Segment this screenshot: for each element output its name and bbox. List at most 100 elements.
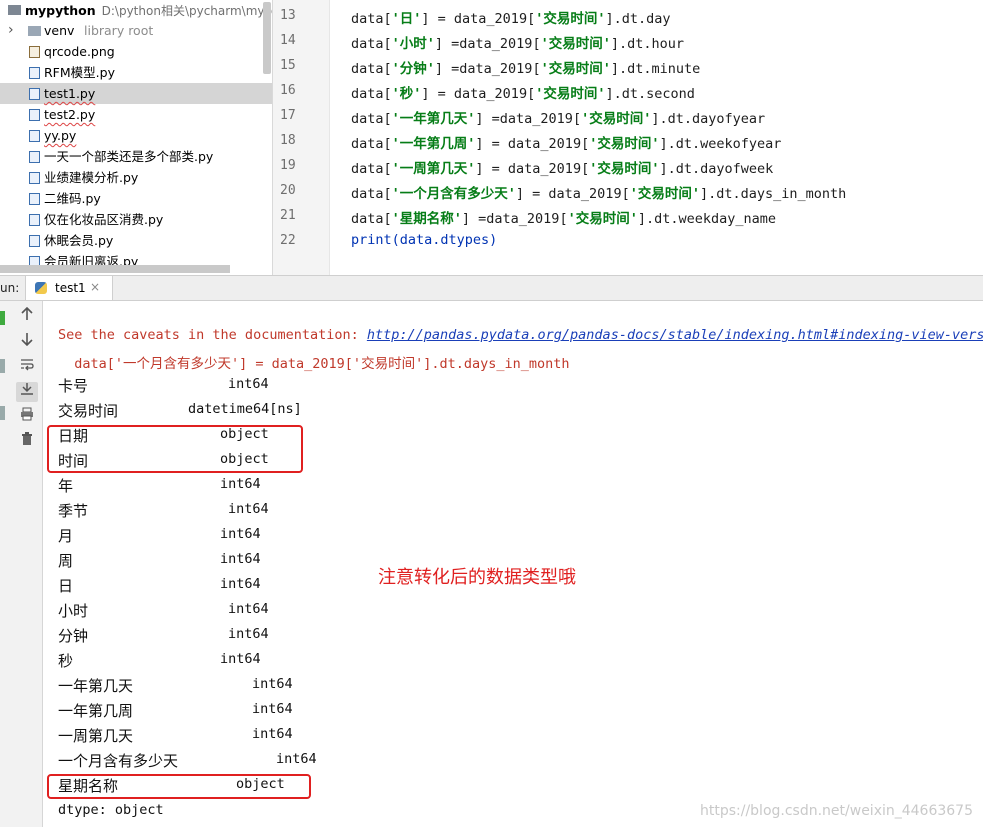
project-tree-panel: mypython D:\python相关\pycharm\mypyth › venv… [0,0,273,275]
tree-item-hint: library root [84,23,154,38]
python-file-icon [29,214,40,226]
tree-item-label: test2.py [44,107,96,122]
code-token: data[ [351,186,392,202]
code-line: data['秒'] = data_2019['交易时间'].dt.second [351,82,695,102]
dtype-value: int64 [228,501,269,517]
python-file-icon [29,88,40,100]
dtype-column-name: 年 [58,477,74,495]
code-editor[interactable]: 13 14 15 16 17 18 19 20 21 22 data['日'] = data_20… [273,0,983,275]
string-literal: '交易时间' [535,86,606,102]
code-line: data['一周第几天'] = data_2019['交易时间'].dt.day… [351,157,773,177]
code-line: data['一年第几天'] =data_2019['交易时间'].dt.dayo… [351,107,765,127]
tree-item[interactable]: RFM模型.py [0,62,272,83]
tree-item-label: 二维码.py [44,191,101,206]
image-file-icon [29,46,40,58]
run-toolbar [0,301,43,827]
warning-code-line: data['一个月含有多少天'] = data_2019['交易时间'].dt.… [58,356,570,372]
tree-item-label: RFM模型.py [44,65,115,80]
project-root-path: D:\python相关\pycharm\mypyth [101,4,273,18]
tree-item[interactable]: 仅在化妆品区消费.py [0,209,272,230]
documentation-link[interactable]: http://pandas.pydata.org/pandas-docs/sta… [367,327,983,343]
dtype-footer: dtype: object [58,802,164,818]
run-tab-label: test1 [55,281,86,295]
highlight-box-weekday-name [47,774,311,799]
print-icon[interactable] [16,407,38,427]
trash-icon[interactable] [16,432,38,452]
dtype-column-name: 交易时间 [58,402,119,420]
string-literal: '日' [391,11,422,27]
code-token: ].dt.second [605,86,695,102]
string-literal: '交易时间' [589,161,660,177]
project-folder-icon [8,5,21,15]
tree-item[interactable]: 业绩建模分析.py [0,167,272,188]
dtype-column-name: 一年第几天 [58,677,134,695]
run-console[interactable]: See the caveats in the documentation: ht… [43,301,983,827]
tree-item-label: venv [44,23,75,38]
scroll-to-end-icon[interactable] [16,382,38,402]
tree-item[interactable]: yy.py [0,125,272,146]
tree-item[interactable]: qrcode.png [0,41,272,62]
dtype-value: int64 [220,526,261,542]
rerun-strip[interactable] [0,311,5,325]
code-token: data[ [351,11,392,27]
close-icon[interactable]: × [90,280,100,294]
dtype-value: datetime64[ns] [188,401,302,417]
dtype-column-name: 月 [58,527,74,545]
stop-strip[interactable] [0,359,5,373]
string-literal: '一周第几天' [391,161,476,177]
code-token: ].dt.weekofyear [659,136,782,152]
project-root-name: mypython [25,3,96,18]
code-token: ] = data_2019[ [475,136,590,152]
dtype-column-name: 一周第几天 [58,727,134,745]
tree-item[interactable]: test1.py [0,83,272,104]
string-literal: '交易时间' [535,11,606,27]
tree-item[interactable]: test2.py [0,104,272,125]
expand-arrow-icon[interactable]: › [8,20,14,41]
warning-prefix: See the caveats in the documentation: [58,327,367,343]
folder-icon [28,26,41,36]
code-token: ] =data_2019[ [434,36,541,52]
run-tool-window-header: un: test1 × [0,275,983,301]
scroll-up-icon[interactable] [16,306,38,327]
line-number: 20 [280,183,296,198]
code-token: ].dt.hour [610,36,684,52]
tree-horizontal-scrollbar[interactable] [0,265,230,273]
scroll-down-icon[interactable] [16,332,38,352]
code-token: ] = data_2019[ [421,86,536,102]
string-literal: '交易时间' [581,111,652,127]
code-token: data[ [351,161,392,177]
string-literal: '一年第几天' [391,111,476,127]
dtype-column-name: 一年第几周 [58,702,134,720]
line-number: 14 [280,33,296,48]
tree-item[interactable]: 休眠会员.py [0,230,272,251]
code-token: ].dt.dayofyear [651,111,766,127]
code-token: ].dt.days_in_month [699,186,847,202]
tree-item-label: 仅在化妆品区消费.py [44,212,164,227]
dtype-column-name: 秒 [58,652,74,670]
line-number: 17 [280,108,296,123]
run-label: un: [0,281,20,295]
tree-item[interactable]: › venv library root [0,20,272,41]
tree-vertical-scrollbar[interactable] [263,2,271,74]
run-tab-test1[interactable]: test1 × [25,276,113,300]
python-file-icon [29,130,40,142]
line-number: 16 [280,83,296,98]
dtype-value: int64 [276,751,317,767]
line-number: 18 [280,133,296,148]
tree-item[interactable]: 二维码.py [0,188,272,209]
dtype-column-name: 卡号 [58,377,89,395]
code-token: ] = data_2019[ [421,11,536,27]
tree-item-label: 一天一个部类还是多个部类.py [44,149,214,164]
soft-wrap-icon[interactable] [16,357,38,377]
string-literal: '交易时间' [589,136,660,152]
line-number: 19 [280,158,296,173]
tree-item[interactable]: 一天一个部类还是多个部类.py [0,146,272,167]
strip-3[interactable] [0,406,5,420]
dtype-value: int64 [228,626,269,642]
code-token: data[ [351,136,392,152]
string-literal: '小时' [391,36,435,52]
project-root[interactable]: mypython D:\python相关\pycharm\mypyth [0,0,272,21]
python-file-icon [29,151,40,163]
dtype-column-name: 季节 [58,502,89,520]
code-token: ] =data_2019[ [434,61,541,77]
